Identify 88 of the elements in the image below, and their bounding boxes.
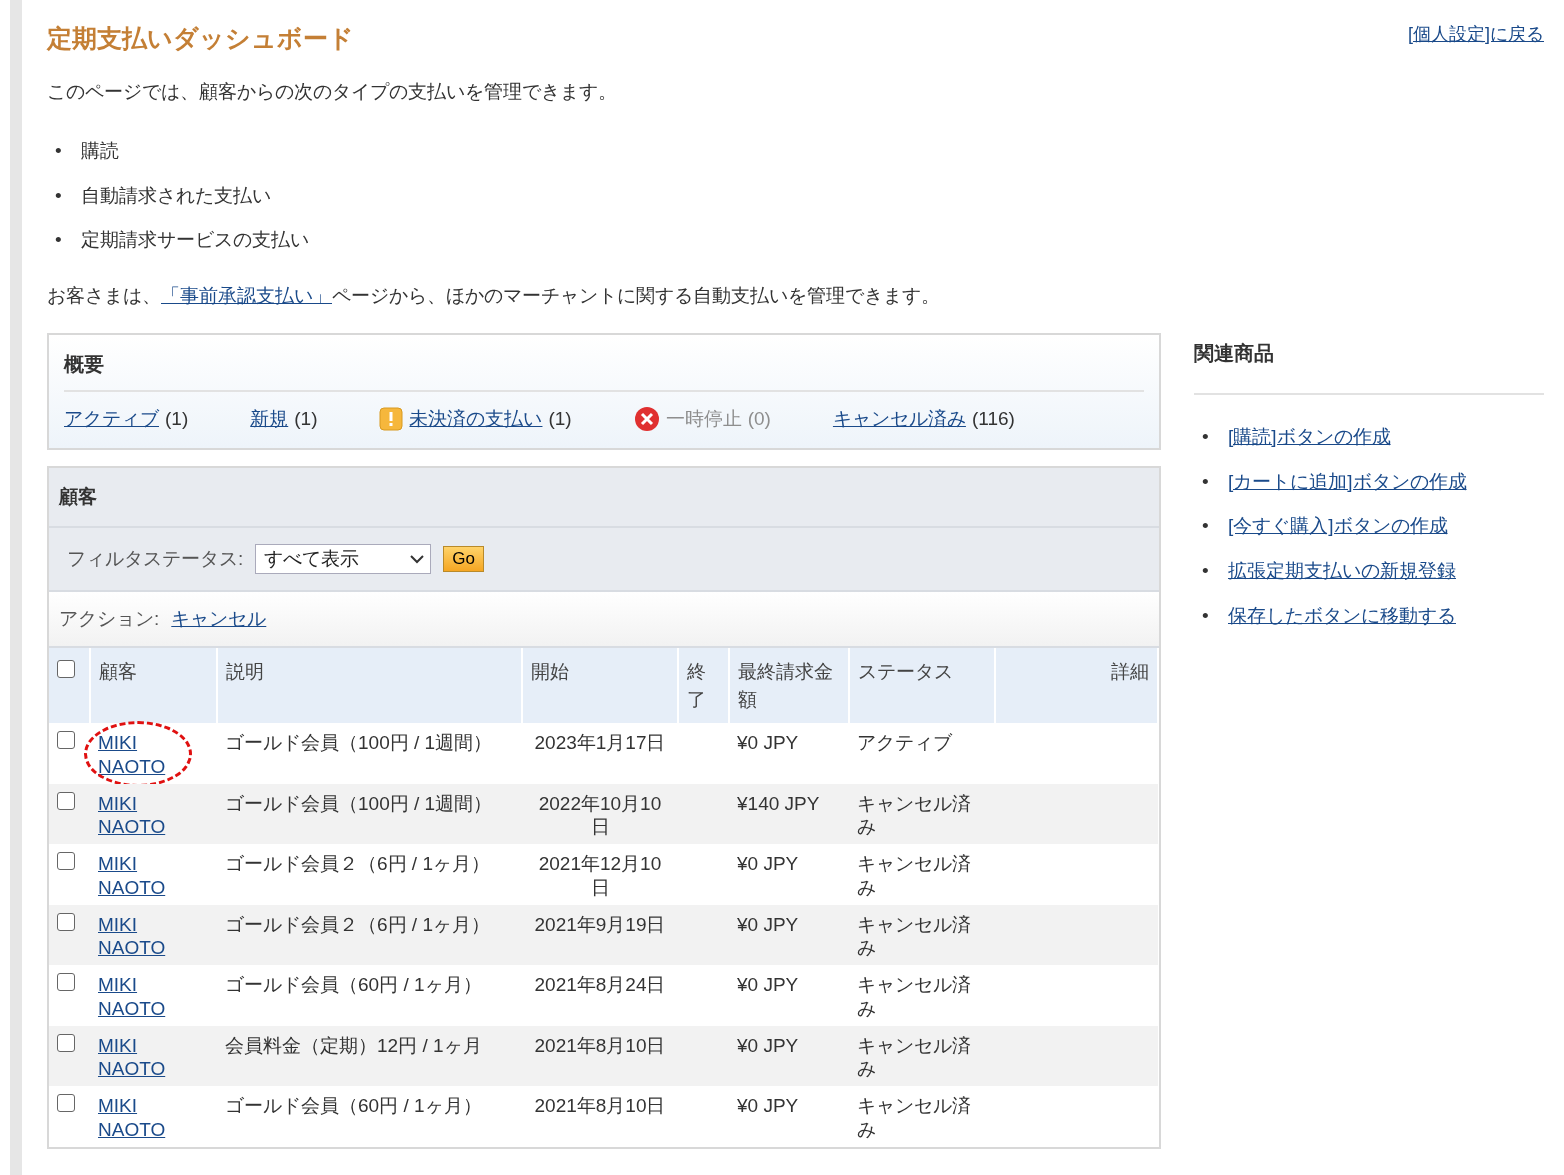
customer-link[interactable]: MIKI NAOTO	[98, 852, 173, 900]
note-text: お客さまは、「事前承認支払い」ページから、ほかのマーチャントに関する自動支払いを管理できます。	[47, 284, 941, 309]
summary-link[interactable]: アクティブ	[64, 406, 159, 433]
customer-link[interactable]: MIKI NAOTO	[98, 731, 173, 779]
summary-link[interactable]: キャンセル済み	[832, 406, 966, 433]
payment-type-item: 購読	[81, 139, 119, 163]
related-title: 関連商品	[1194, 336, 1544, 395]
start-date-cell: 2021年8月10日	[522, 1086, 678, 1147]
column-header: 詳細	[995, 648, 1158, 724]
status-cell: キャンセル済み	[849, 965, 995, 1026]
status-cell: キャンセル済み	[849, 1086, 995, 1147]
bullet: •	[1202, 559, 1210, 584]
related-link[interactable]: 拡張定期支払いの新規登録	[1228, 559, 1456, 584]
status-cell: アクティブ	[849, 723, 995, 784]
preapproved-link[interactable]: 「事前承認支払い」	[161, 285, 332, 307]
summary-link[interactable]: 未決済の支払い	[409, 406, 543, 433]
status-cell: キャンセル済み	[849, 904, 995, 966]
column-header: 終了	[678, 648, 729, 724]
description-cell: ゴールド会員（100円 / 1週間）	[217, 723, 522, 784]
bullet: •	[1202, 469, 1210, 494]
amount-cell: ¥0 JPY	[729, 844, 849, 905]
start-date-cell: 2021年9月19日	[522, 904, 678, 966]
row-checkbox[interactable]	[57, 1094, 75, 1113]
start-date-cell: 2021年12月10日	[522, 844, 678, 905]
related-link[interactable]: [カートに追加]ボタンの作成	[1228, 469, 1467, 495]
page-title: 定期支払いダッシュボード	[47, 23, 355, 54]
amount-cell: ¥0 JPY	[729, 1086, 849, 1147]
status-dropdown[interactable]: すべて表示	[255, 544, 432, 575]
related-link[interactable]: [今すぐ購入]ボタンの作成	[1228, 514, 1448, 540]
bullet: •	[55, 183, 63, 208]
intro-text: このページでは、顧客からの次のタイプの支払いを管理できます。	[47, 80, 618, 104]
amount-cell: ¥0 JPY	[729, 904, 849, 966]
payment-type-item: 自動請求された支払い	[81, 183, 271, 208]
row-checkbox[interactable]	[57, 912, 75, 931]
warning-icon	[379, 407, 404, 432]
start-date-cell: 2023年1月17日	[522, 723, 678, 784]
column-header: 最終請求金額	[729, 648, 849, 724]
row-checkbox[interactable]	[57, 1033, 75, 1052]
amount-cell: ¥0 JPY	[729, 1025, 849, 1087]
summary-link[interactable]: 新規	[250, 406, 289, 433]
row-checkbox[interactable]	[57, 731, 75, 750]
bullet: •	[55, 228, 63, 253]
summary-title: 概要	[64, 335, 1144, 393]
customer-link[interactable]: MIKI NAOTO	[98, 973, 173, 1021]
description-cell: ゴールド会員２（6円 / 1ヶ月）	[217, 844, 522, 905]
bullet: •	[1202, 514, 1210, 539]
amount-cell: ¥0 JPY	[729, 723, 849, 784]
bullet: •	[1202, 603, 1210, 628]
row-checkbox[interactable]	[57, 973, 75, 992]
start-date-cell: 2021年8月24日	[522, 965, 678, 1026]
filter-label: フィルタステータス:	[67, 547, 244, 572]
bullet: •	[1202, 425, 1210, 449]
column-header: 開始	[522, 648, 678, 724]
description-cell: ゴールド会員（100円 / 1週間）	[217, 783, 522, 845]
summary-count: (1)	[548, 408, 572, 431]
summary-count: (0)	[747, 408, 771, 431]
customers-title: 顧客	[49, 468, 1159, 529]
status-cell: キャンセル済み	[849, 1025, 995, 1087]
row-checkbox[interactable]	[57, 852, 75, 871]
column-header: 顧客	[90, 648, 217, 724]
column-header: ステータス	[849, 648, 995, 724]
description-cell: ゴールド会員２（6円 / 1ヶ月）	[217, 904, 522, 966]
summary-count: (1)	[294, 408, 318, 431]
amount-cell: ¥140 JPY	[729, 783, 849, 845]
amount-cell: ¥0 JPY	[729, 965, 849, 1026]
related-link[interactable]: 保存したボタンに移動する	[1228, 603, 1456, 629]
back-link[interactable]: [個人設定]に戻る	[1408, 22, 1544, 46]
error-icon	[633, 406, 660, 433]
summary-count: (116)	[971, 408, 1015, 431]
bullet: •	[55, 139, 63, 163]
summary-count: (1)	[165, 408, 189, 431]
description-cell: ゴールド会員（60円 / 1ヶ月）	[217, 1086, 522, 1147]
start-date-cell: 2021年8月10日	[522, 1025, 678, 1087]
chevron-icon	[410, 554, 425, 564]
go-button[interactable]: Go	[443, 546, 484, 573]
description-cell: 会員料金（定期）12円 / 1ヶ月	[217, 1025, 522, 1087]
column-header: 説明	[217, 648, 522, 724]
description-cell: ゴールド会員（60円 / 1ヶ月）	[217, 965, 522, 1026]
payment-type-item: 定期請求サービスの支払い	[81, 228, 309, 253]
customer-link[interactable]: MIKI NAOTO	[98, 1094, 173, 1142]
select-all-checkbox[interactable]	[57, 660, 75, 679]
related-link[interactable]: [購読]ボタンの作成	[1228, 425, 1391, 450]
cancel-link[interactable]: キャンセル	[171, 606, 267, 633]
status-cell: キャンセル済み	[849, 783, 995, 845]
action-label: アクション:	[59, 607, 160, 632]
row-checkbox[interactable]	[57, 791, 75, 810]
start-date-cell: 2022年10月10日	[522, 783, 678, 845]
status-cell: キャンセル済み	[849, 844, 995, 905]
